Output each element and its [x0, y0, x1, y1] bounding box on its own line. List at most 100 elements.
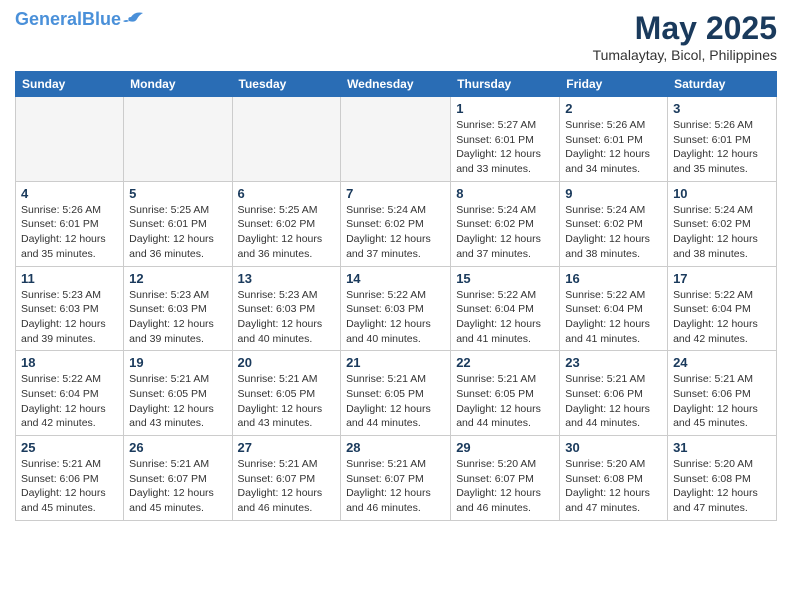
logo-general: General — [15, 9, 82, 29]
day-number: 28 — [346, 440, 445, 455]
th-saturday: Saturday — [668, 72, 777, 97]
day-info: Sunrise: 5:21 AM Sunset: 6:05 PM Dayligh… — [238, 372, 336, 431]
day-number: 11 — [21, 271, 118, 286]
day-number: 29 — [456, 440, 554, 455]
logo: GeneralBlue — [15, 10, 145, 28]
calendar-cell: 31 Sunrise: 5:20 AM Sunset: 6:08 PM Dayli… — [668, 436, 777, 521]
calendar-cell: 28 Sunrise: 5:21 AM Sunset: 6:07 PM Dayli… — [341, 436, 451, 521]
calendar-cell: 29 Sunrise: 5:20 AM Sunset: 6:07 PM Dayli… — [451, 436, 560, 521]
logo-blue: Blue — [82, 9, 121, 29]
day-info: Sunrise: 5:20 AM Sunset: 6:08 PM Dayligh… — [565, 457, 662, 516]
calendar-cell: 2 Sunrise: 5:26 AM Sunset: 6:01 PM Daylig… — [560, 97, 668, 182]
day-number: 17 — [673, 271, 771, 286]
day-info: Sunrise: 5:24 AM Sunset: 6:02 PM Dayligh… — [456, 203, 554, 262]
calendar-cell: 24Sunrise: 5:21 AM Sunset: 6:06 PM Dayli… — [668, 351, 777, 436]
day-number: 8 — [456, 186, 554, 201]
th-thursday: Thursday — [451, 72, 560, 97]
day-number: 27 — [238, 440, 336, 455]
calendar-cell: 7Sunrise: 5:24 AM Sunset: 6:02 PM Daylig… — [341, 181, 451, 266]
day-number: 10 — [673, 186, 771, 201]
th-monday: Monday — [124, 72, 232, 97]
day-info: Sunrise: 5:22 AM Sunset: 6:04 PM Dayligh… — [21, 372, 118, 431]
calendar-cell: 8 Sunrise: 5:24 AM Sunset: 6:02 PM Daylig… — [451, 181, 560, 266]
day-info: Sunrise: 5:23 AM Sunset: 6:03 PM Dayligh… — [129, 288, 226, 347]
day-number: 30 — [565, 440, 662, 455]
calendar-cell: 4Sunrise: 5:26 AM Sunset: 6:01 PM Daylig… — [16, 181, 124, 266]
calendar-cell: 18 Sunrise: 5:22 AM Sunset: 6:04 PM Dayli… — [16, 351, 124, 436]
day-number: 3 — [673, 101, 771, 116]
day-number: 14 — [346, 271, 445, 286]
month-year: May 2025 — [593, 10, 777, 47]
day-number: 15 — [456, 271, 554, 286]
calendar-cell: 21 Sunrise: 5:21 AM Sunset: 6:05 PM Dayli… — [341, 351, 451, 436]
calendar-cell: 23Sunrise: 5:21 AM Sunset: 6:06 PM Dayli… — [560, 351, 668, 436]
calendar-cell — [341, 97, 451, 182]
calendar-cell: 3 Sunrise: 5:26 AM Sunset: 6:01 PM Daylig… — [668, 97, 777, 182]
calendar-week-1: 1Sunrise: 5:27 AM Sunset: 6:01 PM Daylig… — [16, 97, 777, 182]
day-number: 21 — [346, 355, 445, 370]
day-number: 5 — [129, 186, 226, 201]
logo-text: GeneralBlue — [15, 10, 121, 28]
calendar-cell: 25Sunrise: 5:21 AM Sunset: 6:06 PM Dayli… — [16, 436, 124, 521]
calendar-body: 1Sunrise: 5:27 AM Sunset: 6:01 PM Daylig… — [16, 97, 777, 521]
page-container: GeneralBlue May 2025 Tumalaytay, Bicol, … — [0, 0, 792, 531]
day-number: 26 — [129, 440, 226, 455]
day-info: Sunrise: 5:21 AM Sunset: 6:05 PM Dayligh… — [129, 372, 226, 431]
header-row: Sunday Monday Tuesday Wednesday Thursday… — [16, 72, 777, 97]
day-info: Sunrise: 5:22 AM Sunset: 6:04 PM Dayligh… — [565, 288, 662, 347]
day-number: 25 — [21, 440, 118, 455]
day-info: Sunrise: 5:20 AM Sunset: 6:07 PM Dayligh… — [456, 457, 554, 516]
calendar-cell: 12Sunrise: 5:23 AM Sunset: 6:03 PM Dayli… — [124, 266, 232, 351]
title-area: May 2025 Tumalaytay, Bicol, Philippines — [593, 10, 777, 63]
day-number: 20 — [238, 355, 336, 370]
calendar-cell: 9 Sunrise: 5:24 AM Sunset: 6:02 PM Daylig… — [560, 181, 668, 266]
day-info: Sunrise: 5:24 AM Sunset: 6:02 PM Dayligh… — [346, 203, 445, 262]
calendar-cell — [124, 97, 232, 182]
calendar-week-4: 18 Sunrise: 5:22 AM Sunset: 6:04 PM Dayli… — [16, 351, 777, 436]
day-number: 31 — [673, 440, 771, 455]
location: Tumalaytay, Bicol, Philippines — [593, 47, 777, 63]
day-number: 9 — [565, 186, 662, 201]
day-info: Sunrise: 5:24 AM Sunset: 6:02 PM Dayligh… — [673, 203, 771, 262]
calendar-cell: 20 Sunrise: 5:21 AM Sunset: 6:05 PM Dayli… — [232, 351, 341, 436]
day-info: Sunrise: 5:23 AM Sunset: 6:03 PM Dayligh… — [21, 288, 118, 347]
day-info: Sunrise: 5:24 AM Sunset: 6:02 PM Dayligh… — [565, 203, 662, 262]
calendar-week-2: 4Sunrise: 5:26 AM Sunset: 6:01 PM Daylig… — [16, 181, 777, 266]
day-info: Sunrise: 5:21 AM Sunset: 6:05 PM Dayligh… — [346, 372, 445, 431]
day-info: Sunrise: 5:26 AM Sunset: 6:01 PM Dayligh… — [673, 118, 771, 177]
day-info: Sunrise: 5:22 AM Sunset: 6:03 PM Dayligh… — [346, 288, 445, 347]
day-info: Sunrise: 5:21 AM Sunset: 6:05 PM Dayligh… — [456, 372, 554, 431]
calendar-cell: 17 Sunrise: 5:22 AM Sunset: 6:04 PM Dayli… — [668, 266, 777, 351]
day-info: Sunrise: 5:20 AM Sunset: 6:08 PM Dayligh… — [673, 457, 771, 516]
calendar-cell: 26Sunrise: 5:21 AM Sunset: 6:07 PM Dayli… — [124, 436, 232, 521]
calendar-table: Sunday Monday Tuesday Wednesday Thursday… — [15, 71, 777, 521]
calendar-cell: 14 Sunrise: 5:22 AM Sunset: 6:03 PM Dayli… — [341, 266, 451, 351]
th-friday: Friday — [560, 72, 668, 97]
day-number: 18 — [21, 355, 118, 370]
calendar-cell: 27 Sunrise: 5:21 AM Sunset: 6:07 PM Dayli… — [232, 436, 341, 521]
calendar-cell: 13 Sunrise: 5:23 AM Sunset: 6:03 PM Dayli… — [232, 266, 341, 351]
day-info: Sunrise: 5:21 AM Sunset: 6:07 PM Dayligh… — [346, 457, 445, 516]
calendar-cell — [232, 97, 341, 182]
calendar-week-5: 25Sunrise: 5:21 AM Sunset: 6:06 PM Dayli… — [16, 436, 777, 521]
day-number: 19 — [129, 355, 226, 370]
day-info: Sunrise: 5:21 AM Sunset: 6:06 PM Dayligh… — [673, 372, 771, 431]
day-number: 2 — [565, 101, 662, 116]
calendar-header: Sunday Monday Tuesday Wednesday Thursday… — [16, 72, 777, 97]
th-wednesday: Wednesday — [341, 72, 451, 97]
calendar-cell: 19 Sunrise: 5:21 AM Sunset: 6:05 PM Dayli… — [124, 351, 232, 436]
logo-bird-icon — [123, 9, 145, 25]
calendar-cell: 22Sunrise: 5:21 AM Sunset: 6:05 PM Dayli… — [451, 351, 560, 436]
day-info: Sunrise: 5:26 AM Sunset: 6:01 PM Dayligh… — [565, 118, 662, 177]
day-number: 23 — [565, 355, 662, 370]
day-info: Sunrise: 5:22 AM Sunset: 6:04 PM Dayligh… — [673, 288, 771, 347]
calendar-week-3: 11 Sunrise: 5:23 AM Sunset: 6:03 PM Dayli… — [16, 266, 777, 351]
day-info: Sunrise: 5:25 AM Sunset: 6:01 PM Dayligh… — [129, 203, 226, 262]
day-info: Sunrise: 5:21 AM Sunset: 6:07 PM Dayligh… — [238, 457, 336, 516]
day-info: Sunrise: 5:27 AM Sunset: 6:01 PM Dayligh… — [456, 118, 554, 177]
calendar-cell: 10 Sunrise: 5:24 AM Sunset: 6:02 PM Dayli… — [668, 181, 777, 266]
day-info: Sunrise: 5:23 AM Sunset: 6:03 PM Dayligh… — [238, 288, 336, 347]
th-sunday: Sunday — [16, 72, 124, 97]
calendar-cell: 1Sunrise: 5:27 AM Sunset: 6:01 PM Daylig… — [451, 97, 560, 182]
day-number: 13 — [238, 271, 336, 286]
